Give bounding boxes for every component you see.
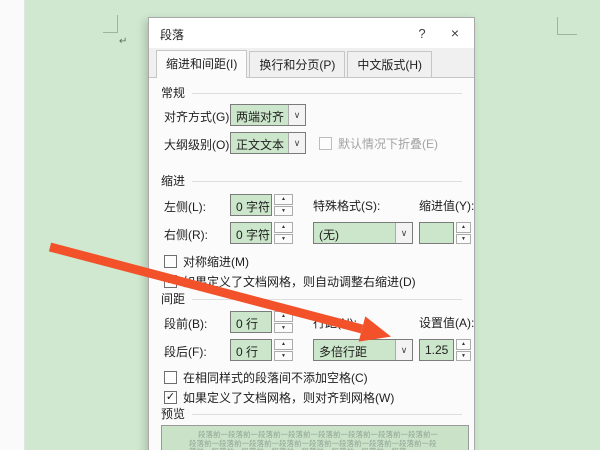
tab-indents-and-spacing[interactable]: 缩进和间距(I) (156, 50, 247, 78)
indent-left-value[interactable]: 0 字符 (230, 194, 272, 216)
group-spacing: 间距 (161, 290, 462, 307)
chevron-down-icon[interactable]: ∨ (395, 340, 412, 360)
help-button[interactable]: ? (412, 24, 432, 43)
outline-level-combobox[interactable]: 正文文本 ∨ (230, 132, 306, 154)
space-before-value[interactable]: 0 行 (230, 311, 272, 333)
spacing-at-label: 设置值(A): (419, 314, 474, 331)
alignment-combobox[interactable]: 两端对齐 ∨ (230, 104, 306, 126)
spin-up-icon[interactable]: ▲ (274, 311, 293, 322)
spacing-at-value[interactable]: 1.25 (419, 339, 454, 361)
spin-down-icon[interactable]: ▼ (274, 323, 293, 334)
space-before-label: 段前(B): (164, 315, 207, 332)
line-spacing-label: 行距(N): (313, 314, 357, 331)
indent-by-value[interactable] (419, 222, 454, 244)
indent-left-label: 左侧(L): (164, 198, 206, 215)
chevron-down-icon[interactable]: ∨ (288, 105, 305, 125)
outline-level-value: 正文文本 (231, 133, 288, 153)
checkbox-box[interactable] (164, 255, 177, 268)
snap-to-grid-checkbox[interactable]: ✓ 如果定义了文档网格，则对齐到网格(W) (164, 389, 394, 406)
group-indent: 缩进 (161, 172, 462, 189)
alignment-value: 两端对齐 (231, 105, 288, 125)
spin-down-icon[interactable]: ▼ (456, 351, 471, 362)
tab-page: 常规 对齐方式(G): 两端对齐 ∨ 大纲级别(O): 正文文本 ∨ 默认情况下… (149, 78, 474, 450)
group-general: 常规 (161, 84, 462, 101)
no-space-same-style-checkbox[interactable]: 在相同样式的段落间不添加空格(C) (164, 369, 368, 386)
alignment-label: 对齐方式(G): (164, 108, 233, 125)
spin-up-icon[interactable]: ▲ (274, 339, 293, 350)
space-after-label: 段后(F): (164, 343, 207, 360)
spin-up-icon[interactable]: ▲ (274, 194, 293, 205)
checkbox-checked-box[interactable]: ✓ (164, 391, 177, 404)
checkbox-box (319, 137, 332, 150)
spin-down-icon[interactable]: ▼ (274, 206, 293, 217)
special-indent-combobox[interactable]: (无) ∨ (313, 222, 413, 244)
space-after-value[interactable]: 0 行 (230, 339, 272, 361)
checkbox-checked-box[interactable]: ✓ (164, 275, 177, 288)
paragraph-dialog: 段落 ? × 缩进和间距(I) 换行和分页(P) 中文版式(H) 常规 对齐方式… (148, 17, 475, 450)
indent-by-label: 缩进值(Y): (419, 197, 474, 214)
space-before-spinner[interactable]: 0 行 ▲ ▼ (230, 311, 293, 333)
tab-strip: 缩进和间距(I) 换行和分页(P) 中文版式(H) (149, 48, 474, 78)
line-spacing-value: 多倍行距 (314, 340, 395, 360)
spin-up-icon[interactable]: ▲ (274, 222, 293, 233)
indent-left-spinner[interactable]: 0 字符 ▲ ▼ (230, 194, 293, 216)
special-indent-value: (无) (314, 223, 395, 243)
checkbox-box[interactable] (164, 371, 177, 384)
document-left-edge (0, 0, 25, 450)
dialog-titlebar: 段落 ? × (149, 18, 474, 48)
line-spacing-combobox[interactable]: 多倍行距 ∨ (313, 339, 413, 361)
dialog-title: 段落 (160, 26, 184, 43)
collapsed-by-default-checkbox: 默认情况下折叠(E) (319, 135, 438, 152)
tab-line-and-page-breaks[interactable]: 换行和分页(P) (249, 51, 345, 77)
page-margin-corner-right (557, 17, 577, 35)
indent-by-spinner[interactable]: ▲ ▼ (419, 222, 471, 244)
mirror-indents-checkbox[interactable]: 对称缩进(M) (164, 253, 249, 270)
spin-up-icon[interactable]: ▲ (456, 222, 471, 233)
spin-down-icon[interactable]: ▼ (456, 234, 471, 245)
tab-asian-typography[interactable]: 中文版式(H) (347, 51, 432, 77)
spin-down-icon[interactable]: ▼ (274, 351, 293, 362)
preview-text: 段落前一段落前一段落前一段落前一段落前一段落前一段落前一段落前一段落前一段落前一… (162, 426, 468, 450)
chevron-down-icon[interactable]: ∨ (288, 133, 305, 153)
close-icon[interactable]: × (445, 24, 465, 43)
auto-adjust-right-indent-checkbox[interactable]: ✓ 如果定义了文档网格，则自动调整右缩进(D) (164, 273, 416, 290)
group-preview: 预览 (161, 405, 462, 422)
space-after-spinner[interactable]: 0 行 ▲ ▼ (230, 339, 293, 361)
spin-down-icon[interactable]: ▼ (274, 234, 293, 245)
chevron-down-icon[interactable]: ∨ (395, 223, 412, 243)
page-margin-corner-left (103, 15, 118, 33)
spacing-at-spinner[interactable]: 1.25 ▲ ▼ (419, 339, 471, 361)
special-indent-label: 特殊格式(S): (313, 197, 380, 214)
outline-level-label: 大纲级别(O): (164, 136, 233, 153)
indent-right-value[interactable]: 0 字符 (230, 222, 272, 244)
indent-right-spinner[interactable]: 0 字符 ▲ ▼ (230, 222, 293, 244)
paragraph-mark-icon: ↵ (119, 36, 127, 47)
preview-pane: 段落前一段落前一段落前一段落前一段落前一段落前一段落前一段落前一段落前一段落前一… (161, 425, 469, 450)
spin-up-icon[interactable]: ▲ (456, 339, 471, 350)
indent-right-label: 右侧(R): (164, 226, 208, 243)
